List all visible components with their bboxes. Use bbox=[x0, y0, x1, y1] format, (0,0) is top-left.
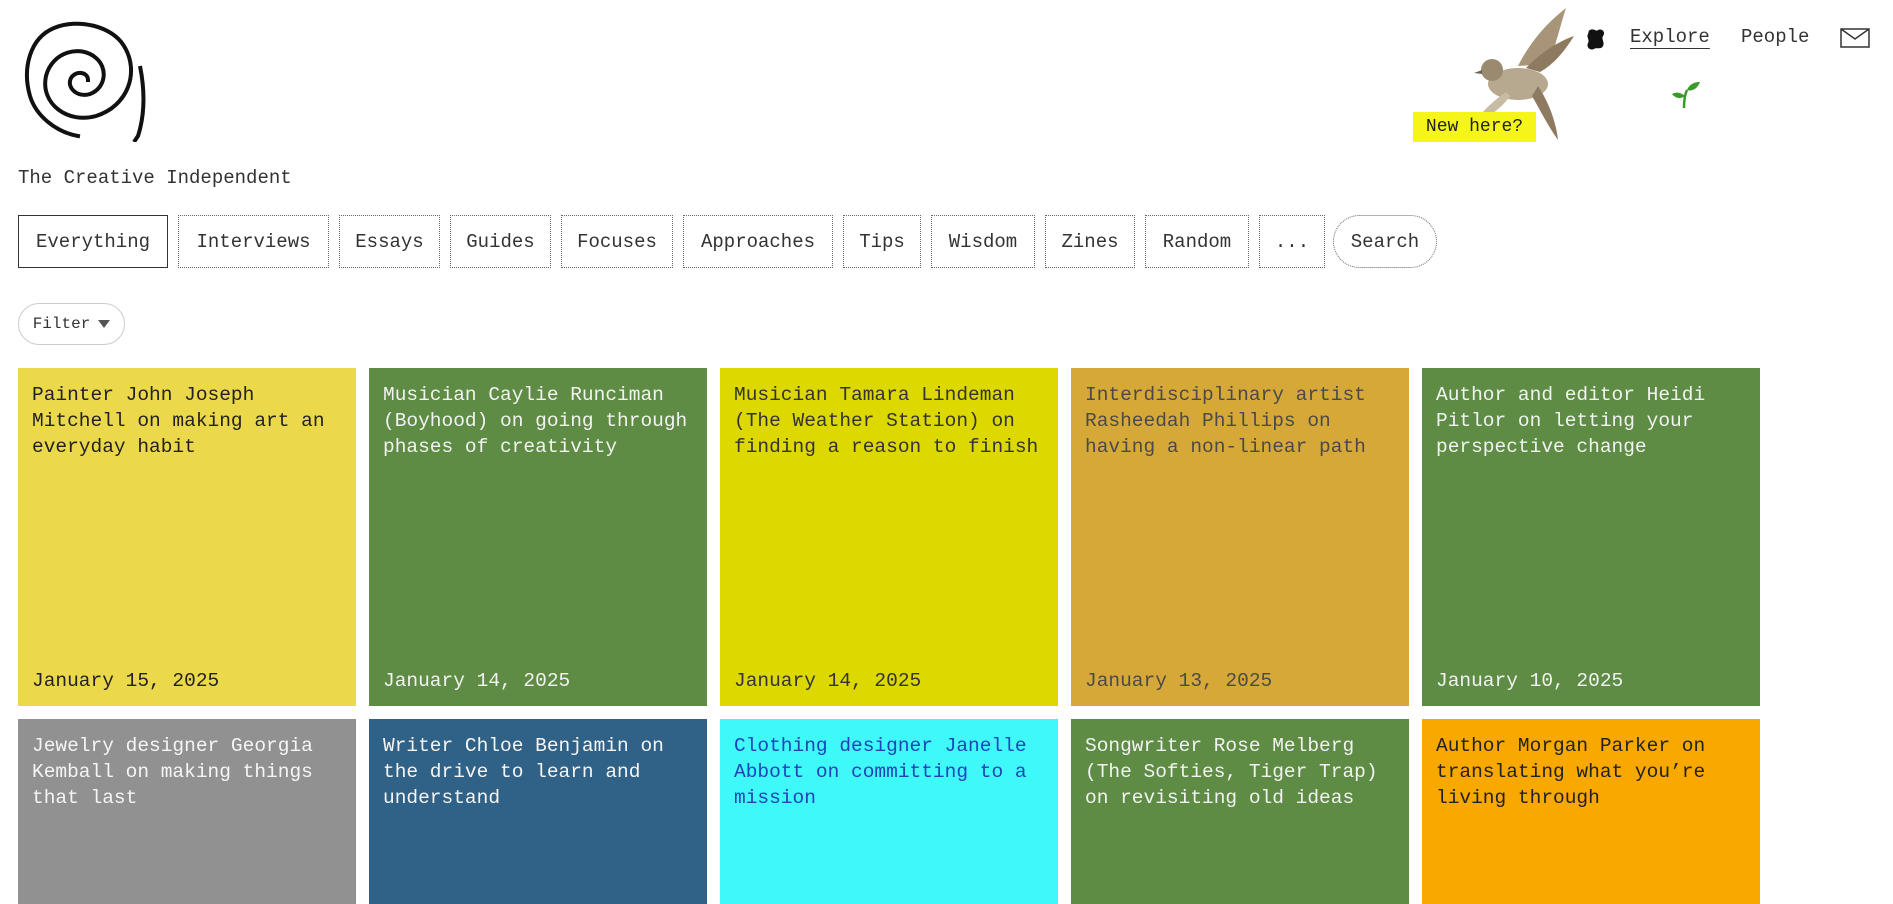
article-title: Author and editor Heidi Pitlor on lettin… bbox=[1436, 384, 1706, 458]
tab-random[interactable]: Random bbox=[1145, 215, 1249, 268]
tab-tips[interactable]: Tips bbox=[843, 215, 921, 268]
filter-dropdown[interactable]: Filter bbox=[18, 303, 125, 345]
tab-guides[interactable]: Guides bbox=[450, 215, 551, 268]
nav-people-link[interactable]: People bbox=[1741, 26, 1809, 48]
article-card[interactable]: Musician Caylie Runciman (Boyhood) on go… bbox=[369, 368, 707, 706]
article-date: January 14, 2025 bbox=[383, 670, 571, 692]
filter-label: Filter bbox=[32, 315, 91, 333]
article-title: Painter John Joseph Mitchell on making a… bbox=[32, 384, 325, 458]
article-card[interactable]: Author Morgan Parker on translating what… bbox=[1422, 719, 1760, 904]
site-name[interactable]: The Creative Independent bbox=[18, 167, 292, 189]
article-card[interactable]: Writer Chloe Benjamin on the drive to le… bbox=[369, 719, 707, 904]
tab-interviews[interactable]: Interviews bbox=[178, 215, 329, 268]
tab-wisdom[interactable]: Wisdom bbox=[931, 215, 1035, 268]
spiral-logo-icon[interactable] bbox=[16, 16, 160, 142]
article-title: Musician Caylie Runciman (Boyhood) on go… bbox=[383, 384, 688, 458]
tab-everything[interactable]: Everything bbox=[18, 215, 168, 268]
sprout-icon[interactable] bbox=[1670, 80, 1700, 108]
blob-icon[interactable] bbox=[1586, 28, 1606, 50]
article-title: Songwriter Rose Melberg (The Softies, Ti… bbox=[1085, 735, 1378, 809]
article-title: Clothing designer Janelle Abbott on comm… bbox=[734, 735, 1027, 809]
article-card[interactable]: Author and editor Heidi Pitlor on lettin… bbox=[1422, 368, 1760, 706]
tab-approaches[interactable]: Approaches bbox=[683, 215, 833, 268]
article-card[interactable]: Painter John Joseph Mitchell on making a… bbox=[18, 368, 356, 706]
article-date: January 10, 2025 bbox=[1436, 670, 1624, 692]
article-date: January 15, 2025 bbox=[32, 670, 220, 692]
article-card[interactable]: Interdisciplinary artist Rasheedah Phill… bbox=[1071, 368, 1409, 706]
article-date: January 13, 2025 bbox=[1085, 670, 1273, 692]
article-title: Jewelry designer Georgia Kemball on maki… bbox=[32, 735, 313, 809]
article-title: Musician Tamara Lindeman (The Weather St… bbox=[734, 384, 1039, 458]
search-button[interactable]: Search bbox=[1333, 215, 1437, 268]
nav-explore-link[interactable]: Explore bbox=[1630, 26, 1710, 48]
article-title: Interdisciplinary artist Rasheedah Phill… bbox=[1085, 384, 1366, 458]
article-date: January 14, 2025 bbox=[734, 670, 922, 692]
article-card[interactable]: Songwriter Rose Melberg (The Softies, Ti… bbox=[1071, 719, 1409, 904]
article-card[interactable]: Jewelry designer Georgia Kemball on maki… bbox=[18, 719, 356, 904]
article-card[interactable]: Clothing designer Janelle Abbott on comm… bbox=[720, 719, 1058, 904]
tab-focuses[interactable]: Focuses bbox=[561, 215, 673, 268]
article-card[interactable]: Musician Tamara Lindeman (The Weather St… bbox=[720, 368, 1058, 706]
caret-down-icon bbox=[98, 320, 111, 328]
article-title: Writer Chloe Benjamin on the drive to le… bbox=[383, 735, 664, 809]
tab-zines[interactable]: Zines bbox=[1045, 215, 1135, 268]
article-title: Author Morgan Parker on translating what… bbox=[1436, 735, 1706, 809]
new-here-badge[interactable]: New here? bbox=[1413, 112, 1536, 142]
tab-essays[interactable]: Essays bbox=[339, 215, 440, 268]
mail-icon[interactable] bbox=[1840, 28, 1870, 48]
tab-more[interactable]: ... bbox=[1259, 215, 1325, 268]
